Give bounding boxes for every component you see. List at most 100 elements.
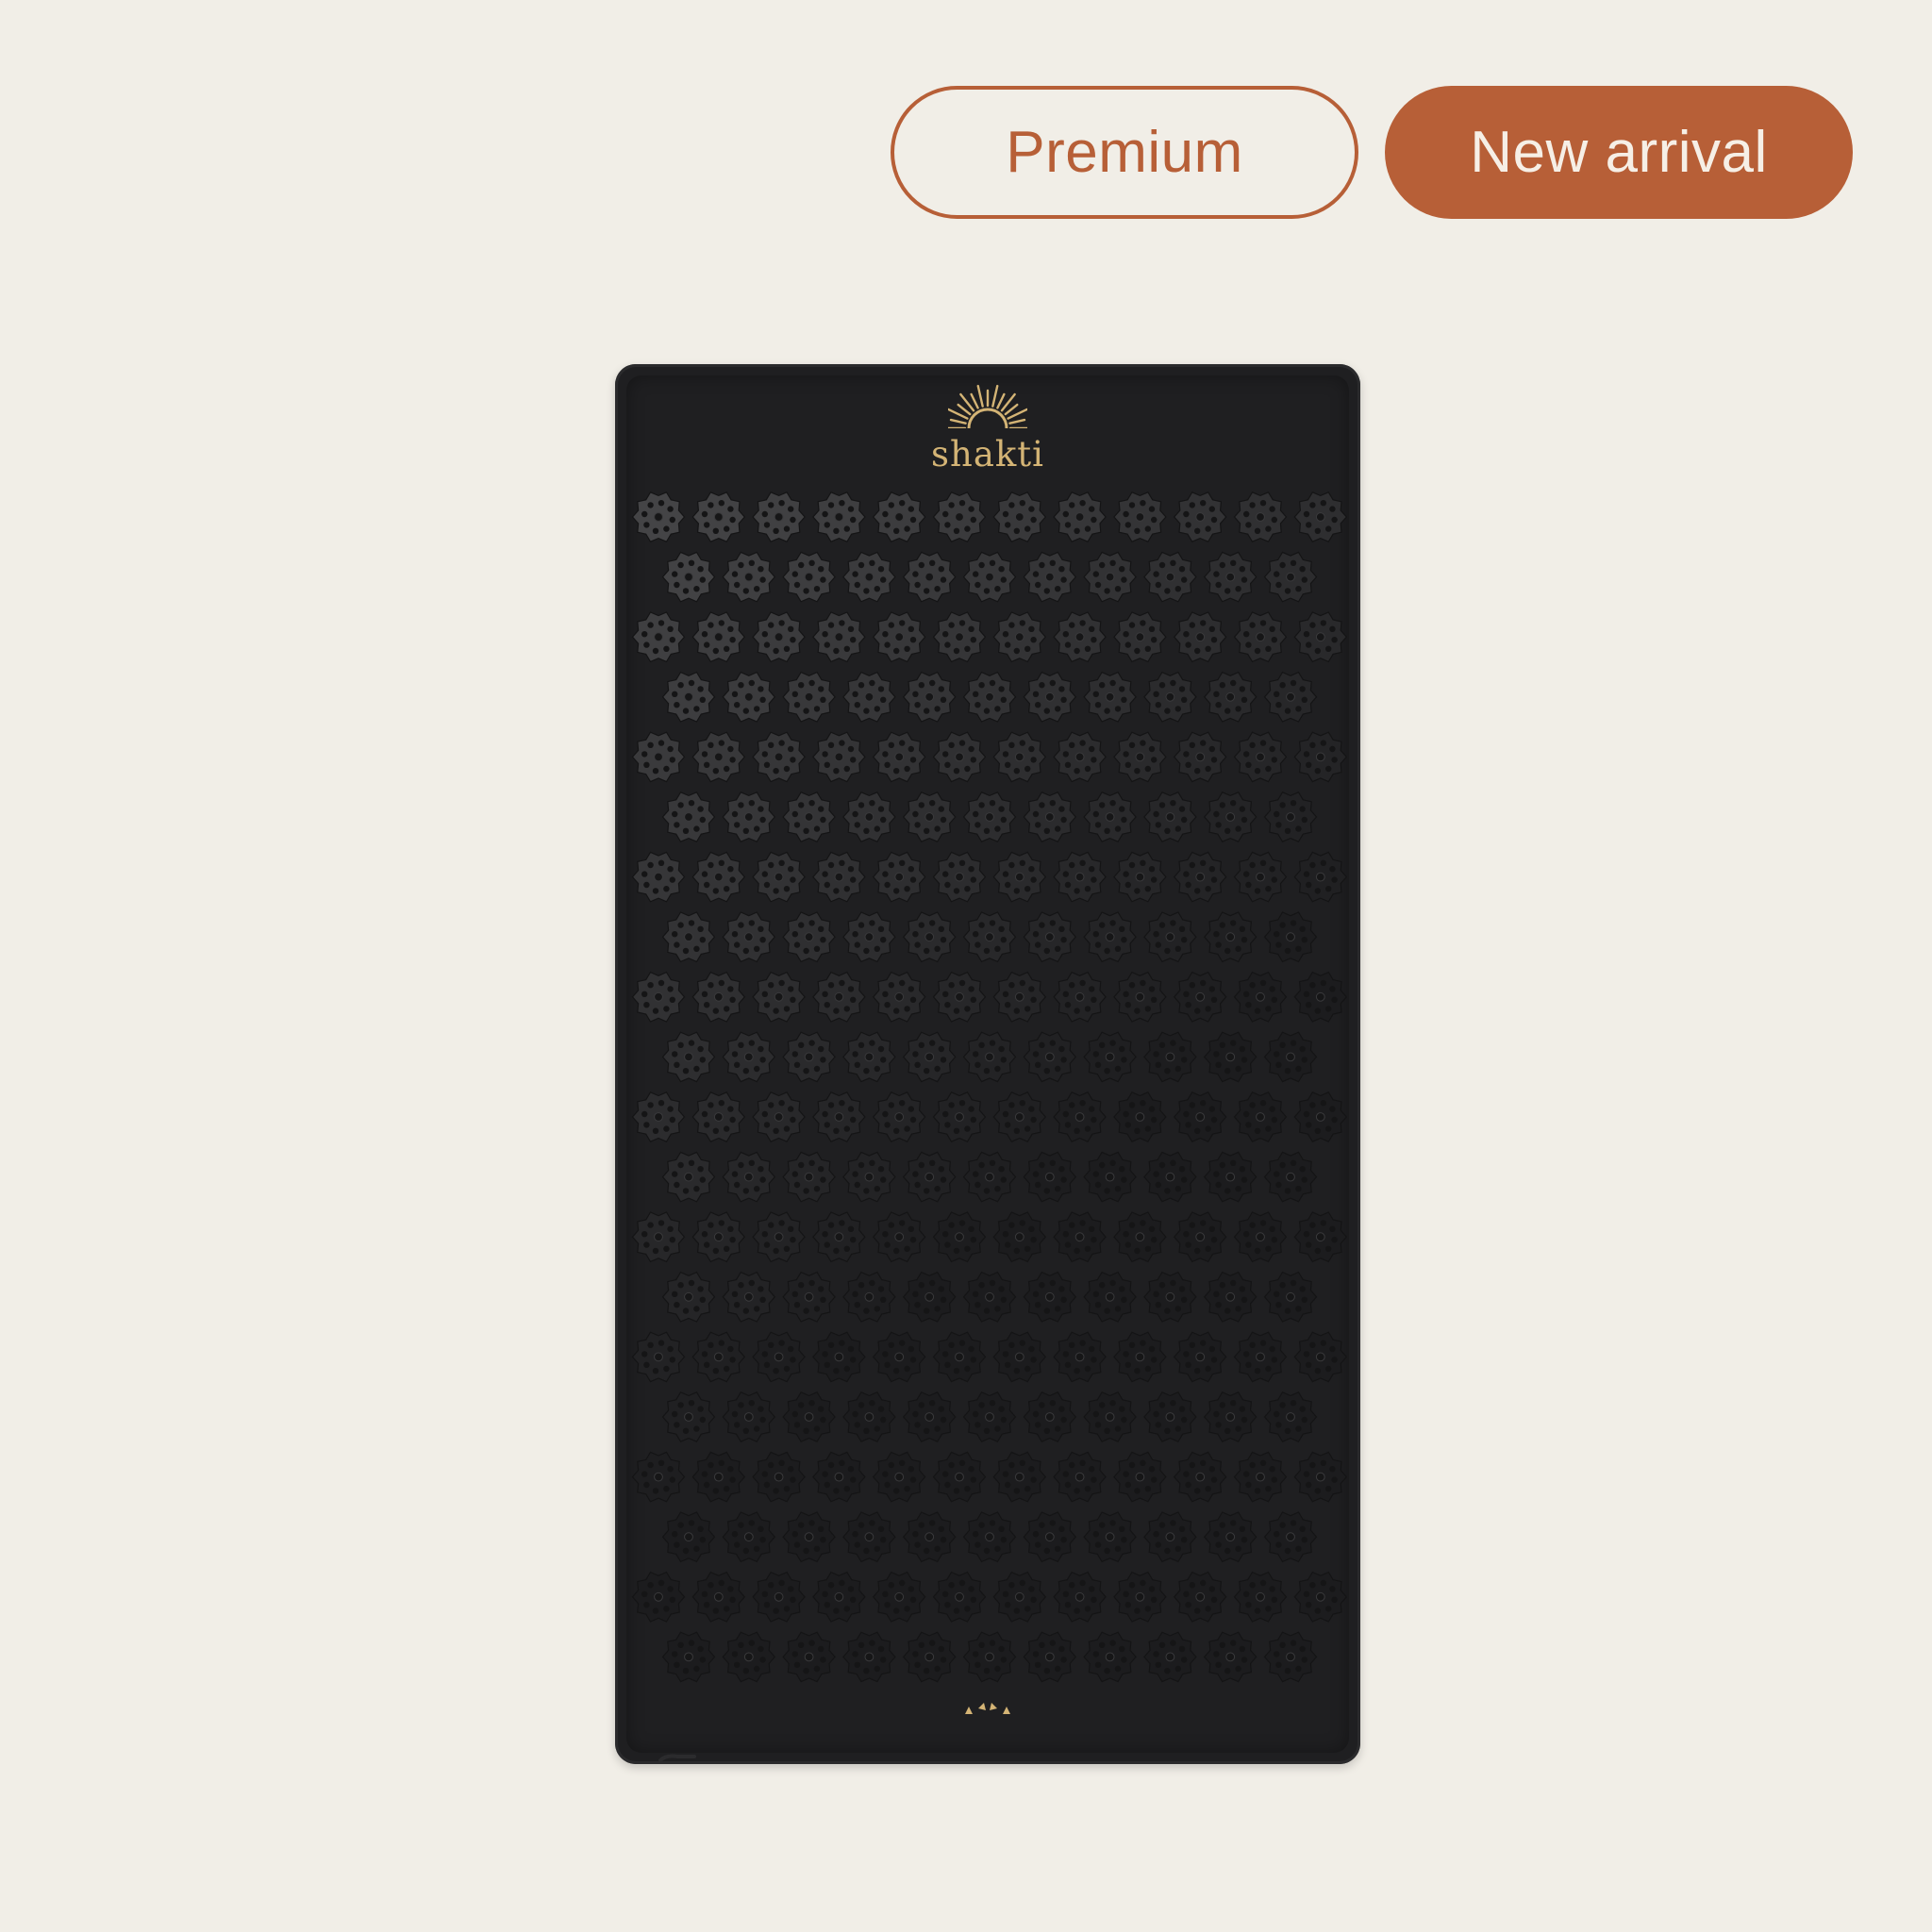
acupressure-disc [1263,671,1318,723]
acupressure-disc [872,971,926,1023]
acupressure-disc [1233,1211,1288,1263]
acupressure-disc [902,791,957,842]
acupressure-disc [1263,551,1318,603]
acupressure-disc [1113,731,1167,783]
acupressure-disc [1083,791,1137,842]
acupressure-disc [992,491,1047,542]
acupressure-disc [1053,1211,1107,1263]
acupressure-disc [1173,1331,1227,1383]
acupressure-disc [992,851,1047,903]
acupressure-disc [1203,1031,1257,1083]
acupressure-disc [661,551,716,603]
acupressure-disc [962,1151,1017,1203]
acupressure-disc [722,671,776,723]
acupressure-disc [1233,731,1288,783]
acupressure-disc [661,1031,716,1083]
acupressure-disc [992,1091,1047,1142]
acupressure-disc [1263,911,1318,963]
acupressure-disc [1083,1151,1137,1203]
acupressure-disc [1083,1511,1137,1563]
acupressure-disc [872,851,926,903]
acupressure-disc [992,1331,1047,1383]
acupressure-disc [1233,851,1288,903]
acupressure-disc [1203,1511,1257,1563]
acupressure-disc [962,1511,1017,1563]
acupressure-disc [1293,1451,1348,1503]
acupressure-disc [691,1451,746,1503]
acupressure-disc [962,911,1017,963]
acupressure-disc [631,1331,686,1383]
acupressure-disc [691,1091,746,1142]
acupressure-disc [812,1451,866,1503]
acupressure-disc [842,911,896,963]
acupressure-disc [1083,1031,1137,1083]
acupressure-disc [1233,1451,1288,1503]
brand-mark-icon [615,1699,1360,1716]
acupressure-disc [902,1151,957,1203]
acupressure-disc [992,971,1047,1023]
acupressure-disc [1053,971,1107,1023]
acupressure-disc [1023,671,1077,723]
acupressure-disc [1143,791,1197,842]
acupressure-disc [1263,1631,1318,1683]
acupressure-disc [631,1211,686,1263]
acupressure-disc [842,671,896,723]
acupressure-disc [1053,611,1107,663]
acupressure-disc [1293,1571,1348,1623]
acupressure-disc [842,1511,896,1563]
acupressure-disc [842,791,896,842]
acupressure-disc [752,971,806,1023]
acupressure-disc [1293,1331,1348,1383]
acupressure-disc [661,1511,716,1563]
acupressure-disc [782,1631,836,1683]
acupressure-disc [1173,851,1227,903]
acupressure-disc [1053,1571,1107,1623]
acupressure-disc [1263,1151,1318,1203]
acupressure-disc [1173,611,1227,663]
acupressure-disc [1263,1031,1318,1083]
acupressure-disc [1203,791,1257,842]
acupressure-disc [722,1631,776,1683]
acupressure-disc [1203,1631,1257,1683]
acupressure-disc [1293,731,1348,783]
acupressure-disc [631,1571,686,1623]
acupressure-disc [631,1091,686,1142]
acupressure-disc [752,1451,806,1503]
acupressure-disc-grid [631,491,1348,1683]
acupressure-disc [661,671,716,723]
acupressure-disc [1023,1631,1077,1683]
acupressure-disc [992,1451,1047,1503]
acupressure-disc [932,971,987,1023]
acupressure-disc [752,491,806,542]
acupressure-disc [1173,731,1227,783]
acupressure-disc [1113,1571,1167,1623]
acupressure-disc [812,1331,866,1383]
acupressure-disc [1263,791,1318,842]
acupressure-disc [691,731,746,783]
acupressure-disc [782,1271,836,1323]
acupressure-disc [962,551,1017,603]
acupressure-disc [872,491,926,542]
acupressure-disc [872,611,926,663]
acupressure-disc [812,731,866,783]
acupressure-disc [1233,971,1288,1023]
acupressure-disc [1083,1271,1137,1323]
acupressure-disc [842,1391,896,1442]
acupressure-disc [812,1091,866,1142]
acupressure-disc [1293,851,1348,903]
acupressure-disc [812,1211,866,1263]
acupressure-disc [782,791,836,842]
acupressure-disc [842,1151,896,1203]
acupressure-disc [842,1031,896,1083]
acupressure-disc [661,791,716,842]
acupressure-disc [872,1211,926,1263]
acupressure-disc [932,611,987,663]
acupressure-disc [782,1151,836,1203]
acupressure-disc [752,731,806,783]
acupressure-disc [691,1331,746,1383]
acupressure-disc [1083,1631,1137,1683]
acupressure-disc [1293,971,1348,1023]
acupressure-disc [661,911,716,963]
acupressure-disc [722,1031,776,1083]
acupressure-disc [661,1271,716,1323]
